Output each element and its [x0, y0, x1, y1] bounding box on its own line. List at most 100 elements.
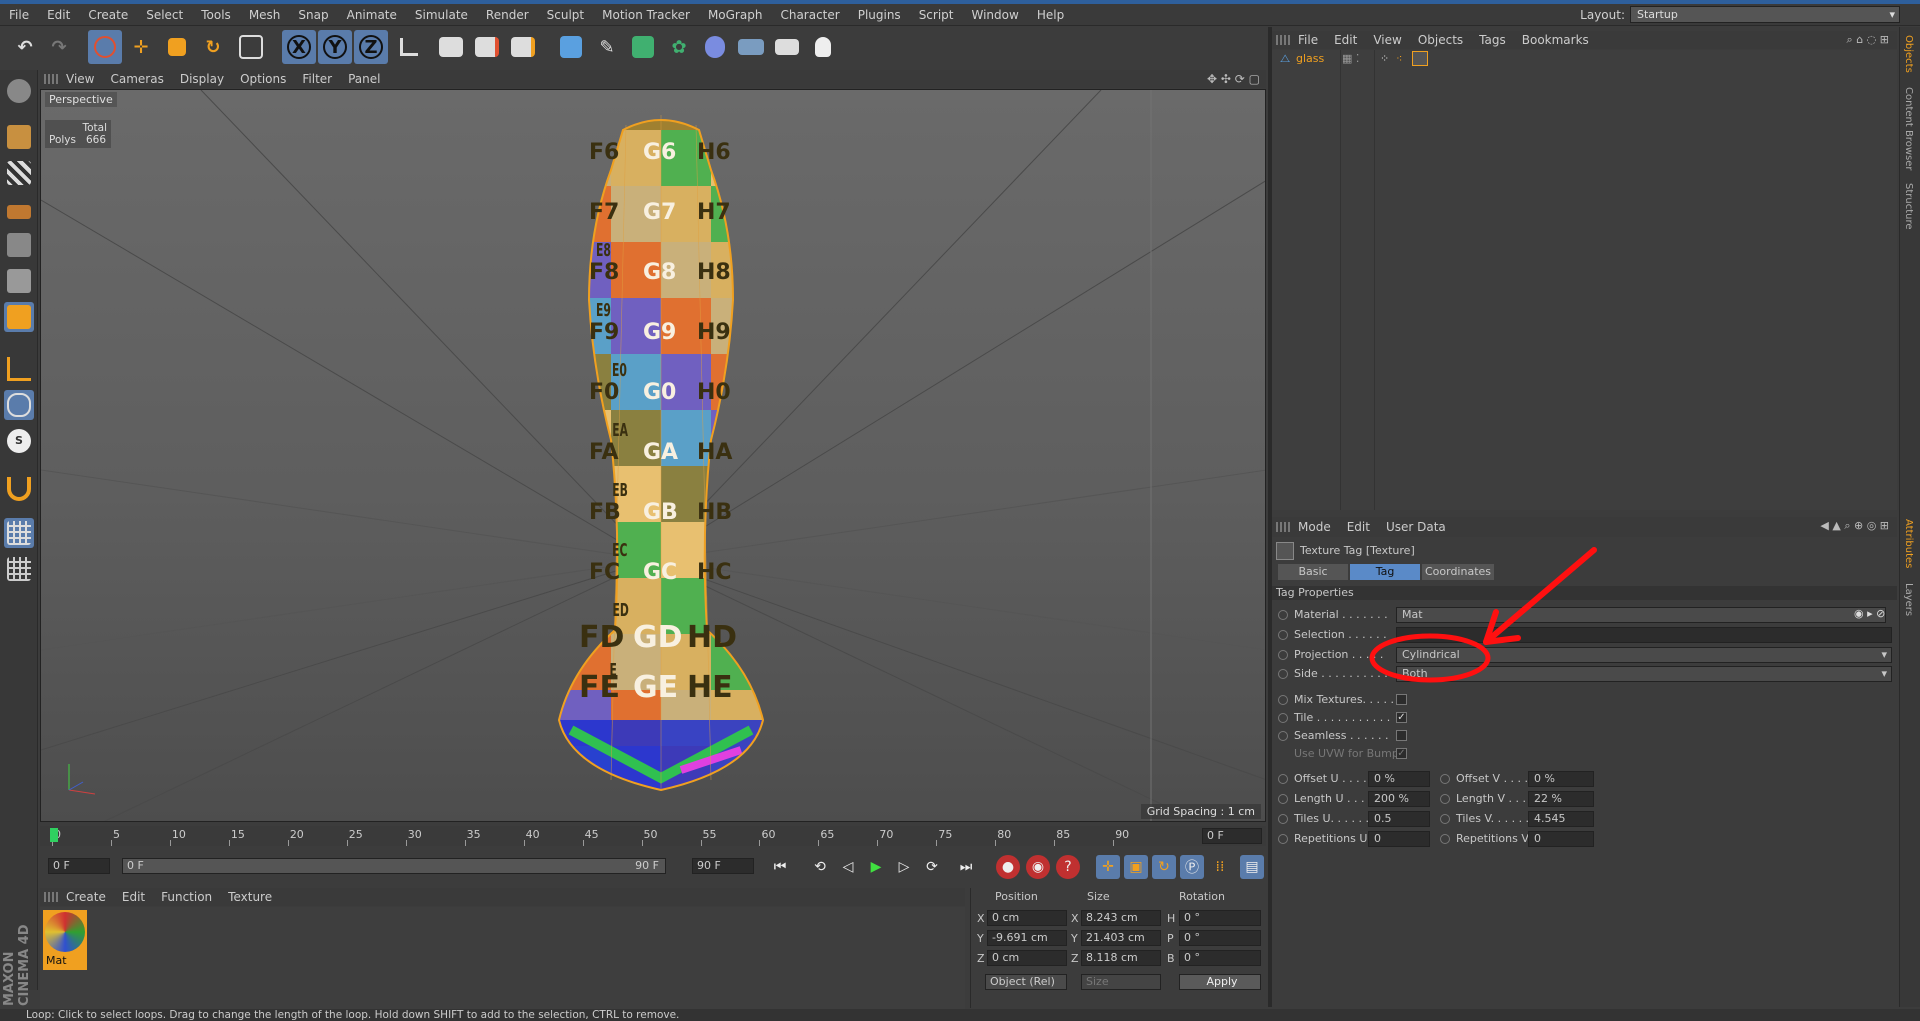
rotate-tool-button[interactable]: ↻	[196, 30, 230, 64]
viewport-menu-options[interactable]: Options	[232, 72, 294, 86]
menu-animate[interactable]: Animate	[338, 8, 406, 22]
object-menu-file[interactable]: File	[1290, 33, 1326, 47]
menu-create[interactable]: Create	[79, 8, 137, 22]
menu-snap[interactable]: Snap	[289, 8, 337, 22]
key-param-button[interactable]: Ⓟ	[1180, 855, 1204, 879]
menu-plugins[interactable]: Plugins	[849, 8, 910, 22]
goto-end-button[interactable]: ⏭	[954, 855, 978, 879]
snap-button[interactable]: S	[4, 426, 34, 456]
dock-tab-objects[interactable]: Objects	[1903, 35, 1914, 73]
menu-mesh[interactable]: Mesh	[240, 8, 290, 22]
menu-window[interactable]: Window	[963, 8, 1028, 22]
layout-select[interactable]: Startup ▾	[1630, 6, 1900, 23]
keyframe-selection-button[interactable]: ?	[1056, 855, 1080, 879]
viewport-menu-panel[interactable]: Panel	[340, 72, 388, 86]
viewport-nav-icons[interactable]: ✥ ✣ ⟳ ▢	[1207, 72, 1260, 86]
render-settings-button[interactable]	[506, 30, 540, 64]
object-name-glass[interactable]: glass	[1296, 52, 1324, 65]
current-frame-field[interactable]: 0 F	[1202, 828, 1262, 844]
viewport-menu-cameras[interactable]: Cameras	[102, 72, 171, 86]
object-manager-tools[interactable]: ⌕ ⌂ ◌ ⊞	[1847, 33, 1889, 47]
menu-simulate[interactable]: Simulate	[406, 8, 477, 22]
magnet-button[interactable]	[4, 474, 34, 504]
animate-radio[interactable]	[1440, 774, 1450, 784]
tweak-mode-button[interactable]	[4, 390, 34, 420]
object-menu-objects[interactable]: Objects	[1410, 33, 1471, 47]
menu-character[interactable]: Character	[771, 8, 848, 22]
next-key-button[interactable]: ⟳	[920, 855, 944, 879]
animate-radio[interactable]	[1278, 650, 1288, 660]
attribute-nav-icons[interactable]: ◀ ▲ ⌕ ⊕ ◎ ⊞	[1820, 519, 1889, 533]
object-menu-bookmarks[interactable]: Bookmarks	[1514, 33, 1597, 47]
phong-tag-icon[interactable]: ⁘	[1380, 52, 1389, 65]
attr-menu-mode[interactable]: Mode	[1290, 520, 1339, 534]
autokey-button[interactable]: ◉	[1026, 855, 1050, 879]
playhead[interactable]	[50, 828, 58, 842]
menu-edit[interactable]: Edit	[38, 8, 79, 22]
preview-range-slider[interactable]: 0 F 90 F	[122, 858, 666, 874]
length-u-field[interactable]: 200 %	[1368, 791, 1430, 807]
grid-lock-button[interactable]	[4, 518, 34, 548]
mix-textures-checkbox[interactable]	[1396, 694, 1407, 705]
animate-radio[interactable]	[1278, 695, 1288, 705]
key-position-button[interactable]: ✛	[1096, 855, 1120, 879]
render-picture-viewer-button[interactable]	[470, 30, 504, 64]
attr-menu-user-data[interactable]: User Data	[1378, 520, 1454, 534]
menu-mograph[interactable]: MoGraph	[699, 8, 772, 22]
viewport-menu-display[interactable]: Display	[172, 72, 232, 86]
object-menu-edit[interactable]: Edit	[1326, 33, 1365, 47]
seamless-checkbox[interactable]	[1396, 730, 1407, 741]
menu-file[interactable]: File	[0, 8, 38, 22]
uvw-bump-checkbox[interactable]: ✓	[1396, 748, 1407, 759]
polygons-mode-button[interactable]	[4, 302, 34, 332]
animate-radio[interactable]	[1278, 731, 1288, 741]
key-rotation-button[interactable]: ↻	[1152, 855, 1176, 879]
object-menu-view[interactable]: View	[1365, 33, 1409, 47]
size-z-field[interactable]: 8.118 cm	[1081, 950, 1161, 966]
timeline-ruler[interactable]: 051015202530354045505560657075808590 0 F	[40, 826, 1266, 846]
animate-radio[interactable]	[1440, 794, 1450, 804]
material-menu-function[interactable]: Function	[153, 890, 220, 904]
rot-p-field[interactable]: 0 °	[1179, 930, 1261, 946]
dock-tab-attributes[interactable]: Attributes	[1903, 519, 1914, 568]
key-scale-button[interactable]: ▣	[1124, 855, 1148, 879]
prev-key-button[interactable]: ⟲	[808, 855, 832, 879]
apply-button[interactable]: Apply	[1179, 974, 1261, 990]
dock-tab-structure[interactable]: Structure	[1903, 183, 1914, 230]
coord-size-select[interactable]: Size	[1081, 974, 1161, 990]
coord-mode-select[interactable]: Object (Rel)	[985, 974, 1067, 990]
floor-button[interactable]	[734, 30, 768, 64]
size-x-field[interactable]: 8.243 cm	[1081, 910, 1161, 926]
tile-checkbox[interactable]: ✓	[1396, 712, 1407, 723]
play-button[interactable]: ▶	[864, 855, 888, 879]
points-mode-button[interactable]	[4, 230, 34, 260]
recent-tools-button[interactable]	[234, 30, 268, 64]
grid-snap-button[interactable]	[4, 554, 34, 584]
rot-b-field[interactable]: 0 °	[1179, 950, 1261, 966]
rot-h-field[interactable]: 0 °	[1179, 910, 1261, 926]
offset-v-field[interactable]: 0 %	[1528, 771, 1594, 787]
menu-sculpt[interactable]: Sculpt	[538, 8, 593, 22]
menu-help[interactable]: Help	[1028, 8, 1073, 22]
visibility-toggle-icon[interactable]: ▦ ⁚	[1342, 52, 1359, 65]
redo-button[interactable]: ↷	[42, 30, 76, 64]
texture-tag-icon[interactable]	[1412, 51, 1428, 66]
x-axis-button[interactable]: X	[282, 30, 316, 64]
timeline-window-button[interactable]: ▤	[1240, 855, 1264, 879]
live-selection-button[interactable]	[88, 30, 122, 64]
pos-y-field[interactable]: -9.691 cm	[987, 930, 1067, 946]
pos-x-field[interactable]: 0 cm	[987, 910, 1067, 926]
y-axis-button[interactable]: Y	[318, 30, 352, 64]
length-v-field[interactable]: 22 %	[1528, 791, 1594, 807]
pos-z-field[interactable]: 0 cm	[987, 950, 1067, 966]
scale-tool-button[interactable]	[160, 30, 194, 64]
make-editable-button[interactable]	[4, 76, 34, 106]
animate-radio[interactable]	[1278, 814, 1288, 824]
axis-mode-button[interactable]	[4, 354, 34, 384]
material-swatch-mat[interactable]: Mat	[43, 910, 87, 970]
record-button[interactable]: ●	[996, 855, 1020, 879]
tiles-v-field[interactable]: 4.545	[1528, 811, 1594, 827]
model-mode-button[interactable]	[4, 122, 34, 152]
viewport-menu-filter[interactable]: Filter	[294, 72, 340, 86]
object-row-glass[interactable]: ⧍ glass ▦ ⁚ ⁘ ⁖	[1272, 50, 1897, 68]
